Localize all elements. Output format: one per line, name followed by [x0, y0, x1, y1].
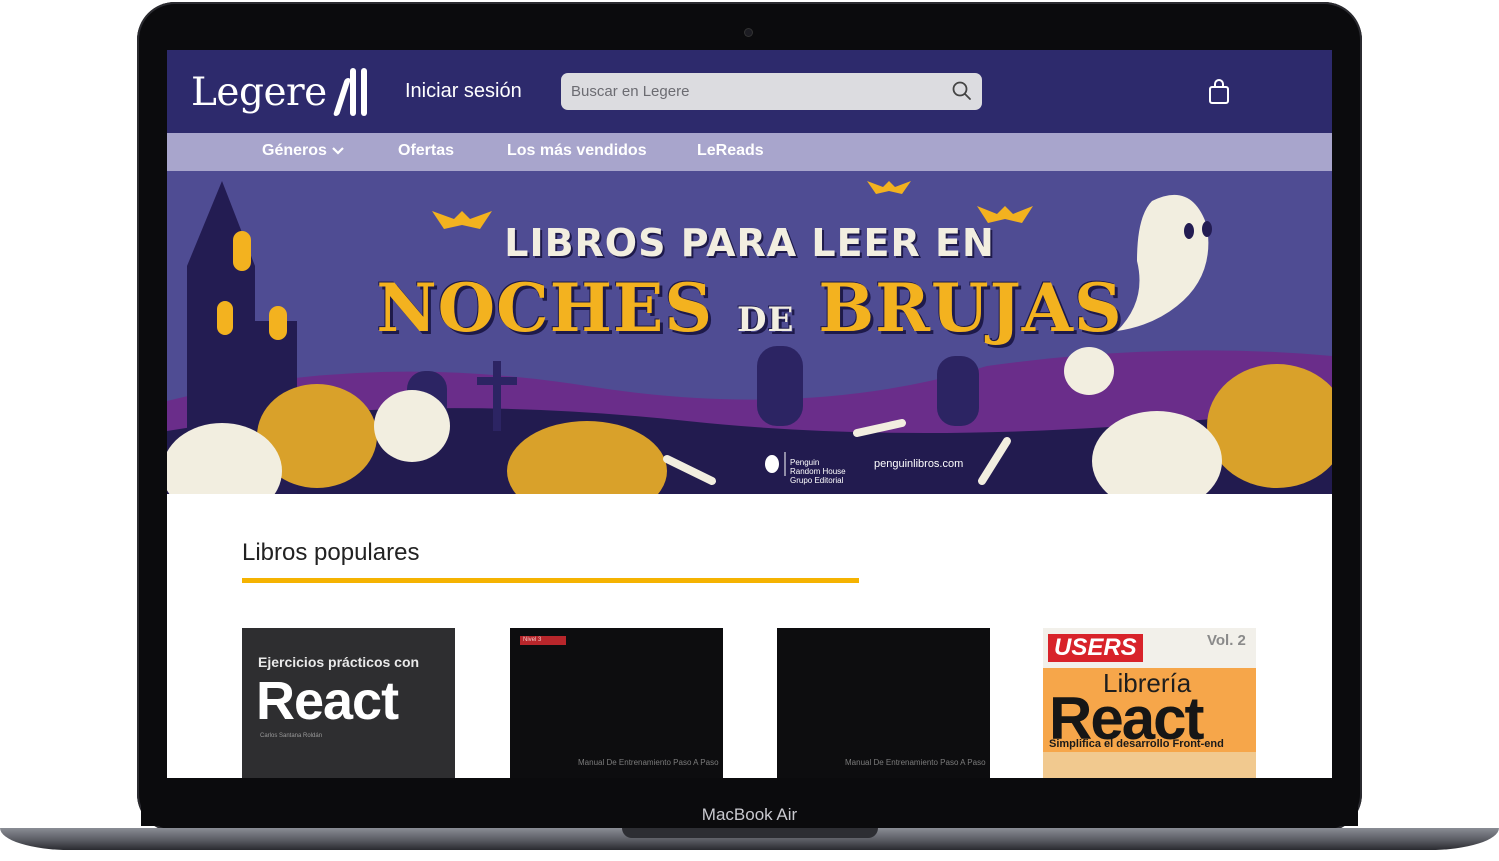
category-nav: Géneros Ofertas Los más vendidos LeReads: [167, 133, 1332, 171]
login-link[interactable]: Iniciar sesión: [405, 80, 522, 103]
search-box: [561, 73, 982, 110]
search-icon[interactable]: [950, 79, 974, 103]
nav-item-label: Ofertas: [398, 142, 455, 159]
logo-text: Legere: [191, 69, 327, 115]
nav-item-label: LeReads: [697, 142, 764, 159]
nav-item-lereads[interactable]: LeReads: [697, 142, 764, 160]
nav-item-label: Géneros: [262, 142, 327, 159]
banner-title-word: BRUJAS: [818, 269, 1123, 347]
shopping-bag-icon[interactable]: [1208, 79, 1230, 105]
book-card[interactable]: Nivel 3 Manual De Entrenamiento Paso A P…: [510, 628, 723, 778]
section-title: Libros populares: [242, 539, 420, 566]
site-header: Legere Iniciar sesión: [167, 50, 1332, 133]
laptop-notch: [622, 828, 878, 838]
book-subtitle: Manual De Entrenamiento Paso A Paso: [578, 758, 719, 767]
book-card[interactable]: Manual De Entrenamiento Paso A Paso: [777, 628, 990, 778]
logo-mark-icon: [332, 68, 367, 116]
nav-item-label: Los más vendidos: [507, 142, 647, 159]
promo-banner[interactable]: LIBROS PARA LEER EN NOCHES DE BRUJAS Pen…: [167, 171, 1332, 494]
nav-item-generos[interactable]: Géneros: [262, 142, 345, 160]
publisher-url: penguinlibros.com: [874, 458, 964, 470]
book-volume: Vol. 2: [1207, 632, 1246, 649]
webcam: [745, 29, 752, 36]
book-card[interactable]: Ejercicios prácticos con React Carlos Sa…: [242, 628, 455, 778]
book-author: Carlos Santana Roldán: [260, 733, 323, 739]
banner-title-word: DE: [736, 300, 795, 340]
book-kicker: Ejercicios prácticos con: [258, 654, 420, 670]
chevron-down-icon: [332, 147, 344, 155]
banner-title: NOCHES DE BRUJAS: [167, 269, 1332, 347]
book-title: React: [256, 671, 399, 731]
publisher-name: Penguin Random House Grupo Editorial: [790, 458, 846, 485]
banner-headline: LIBROS PARA LEER EN: [504, 221, 995, 265]
book-level-badge: Nivel 3: [520, 636, 566, 645]
device-label: MacBook Air: [701, 805, 798, 824]
book-tagline: Simplifica el desarrollo Front-end: [1049, 738, 1224, 750]
book-brand: USERS: [1048, 634, 1143, 662]
book-cover-bottom: [1043, 752, 1256, 778]
browser-screen: Legere Iniciar sesión Géneros: [167, 50, 1332, 778]
nav-item-ofertas[interactable]: Ofertas: [398, 142, 454, 160]
banner-title-word: NOCHES: [376, 269, 713, 347]
book-card[interactable]: USERS Vol. 2 Librería React Simplifica e…: [1043, 628, 1256, 778]
section-underline: [242, 578, 859, 583]
search-input[interactable]: [561, 73, 941, 110]
book-subtitle: Manual De Entrenamiento Paso A Paso: [845, 758, 986, 767]
site-logo[interactable]: Legere: [191, 68, 367, 116]
nav-item-mas-vendidos[interactable]: Los más vendidos: [507, 142, 647, 160]
